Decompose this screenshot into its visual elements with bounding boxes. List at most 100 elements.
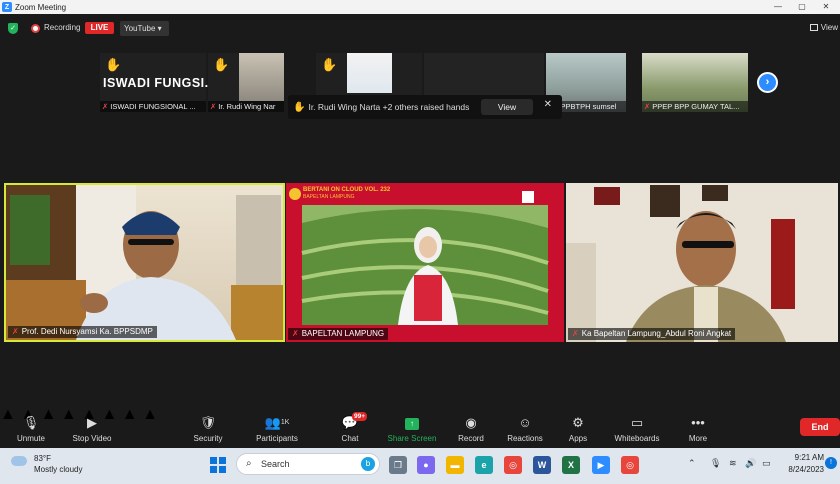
- participant-name: Ka Bapeltan Lampung_Abdul Roni Angkat: [581, 329, 732, 338]
- windows-taskbar: 83°F Mostly cloudy ⌕ Search b ❐ ● ▬ e ◎ …: [0, 448, 840, 484]
- share-screen-icon: ↑: [386, 412, 438, 434]
- mic-muted-icon: ✗: [644, 102, 651, 111]
- video-icon: ▶: [87, 415, 97, 430]
- show-hidden-icons-chevron-icon[interactable]: ⌃: [688, 458, 696, 469]
- reactions-label: Reactions: [507, 434, 543, 443]
- chrome-icon[interactable]: ◎: [504, 456, 522, 474]
- search-placeholder: Search: [261, 459, 290, 469]
- notification-icon[interactable]: !: [825, 457, 837, 469]
- mic-muted-icon: ✗: [102, 102, 109, 111]
- weather-temperature: 83°F: [34, 454, 51, 463]
- video-feed: [347, 53, 392, 93]
- raised-hand-icon: ✋: [293, 101, 306, 113]
- teams-chat-icon[interactable]: ●: [417, 456, 435, 474]
- record-button[interactable]: ◉ Record: [454, 406, 488, 448]
- next-page-chevron-icon[interactable]: ›: [757, 72, 778, 93]
- mic-muted-icon: ✗: [210, 102, 217, 111]
- reactions-button[interactable]: ☺ Reactions: [503, 406, 547, 448]
- raised-hand-icon: ✋: [321, 57, 338, 72]
- participants-button[interactable]: 👥1K Participants: [252, 406, 302, 448]
- battery-icon[interactable]: ▭: [762, 458, 771, 469]
- participants-icon: 👥1K: [264, 415, 290, 430]
- video-tile-abdul-roni-angkat[interactable]: ✗ Ka Bapeltan Lampung_Abdul Roni Angkat: [566, 183, 838, 342]
- meeting-top-bar: ✓ Recording LIVE YouTube ▾ View: [0, 14, 840, 44]
- video-feed: [239, 53, 284, 101]
- participants-label: Participants: [256, 434, 298, 443]
- edge-browser-icon[interactable]: e: [475, 456, 493, 474]
- share-screen-label: Share Screen: [387, 434, 437, 443]
- zoom-taskbar-icon[interactable]: ▶: [592, 456, 610, 474]
- live-badge: LIVE: [85, 22, 114, 34]
- banner-title: BERTANI ON CLOUD VOL. 232: [303, 187, 391, 193]
- weather-description: Mostly cloudy: [34, 465, 83, 474]
- youtube-stream-dropdown[interactable]: YouTube ▾: [120, 21, 169, 36]
- windows-start-icon[interactable]: [210, 457, 226, 473]
- encryption-shield-icon[interactable]: ✓: [8, 23, 18, 34]
- stop-video-label: Stop Video: [72, 434, 112, 443]
- participant-name: Prof. Dedi Nursyamsi Ka. BPPSDMP: [21, 327, 153, 336]
- thumbnail-name-bar: ✗ Ir. Rudi Wing Nar: [208, 101, 284, 112]
- whiteboards-options-chevron-icon[interactable]: ▲: [142, 406, 158, 423]
- mic-muted-icon: ✗: [292, 329, 299, 338]
- more-button[interactable]: ••• More: [684, 406, 712, 448]
- wifi-icon[interactable]: ≋: [729, 458, 737, 469]
- stop-video-button[interactable]: ▶ Stop Video: [70, 406, 114, 448]
- title-bar: Z Zoom Meeting — ▢ ✕: [0, 0, 840, 14]
- video-tile-dedi-nursyamsi[interactable]: ✗ Prof. Dedi Nursyamsi Ka. BPPSDMP: [4, 183, 285, 342]
- volume-icon[interactable]: 🔊: [745, 458, 756, 469]
- video-feed-speaker: [566, 183, 838, 342]
- thumbnail-rudi[interactable]: ✋ ✗ Ir. Rudi Wing Nar: [208, 53, 284, 112]
- more-icon: •••: [691, 415, 705, 430]
- task-view-icon[interactable]: ❐: [389, 456, 407, 474]
- apps-label: Apps: [568, 434, 588, 443]
- apps-button[interactable]: ⚙ Apps: [563, 406, 593, 448]
- unmute-label: Unmute: [16, 434, 45, 443]
- bing-icon: b: [361, 457, 375, 471]
- record-icon: ◉: [465, 415, 477, 430]
- mic-muted-icon: ✗: [12, 327, 19, 336]
- recording-label[interactable]: Recording: [44, 23, 80, 32]
- apps-icon: ⚙: [572, 415, 584, 430]
- cloudy-weather-icon: [11, 456, 27, 466]
- video-tile-bapeltan-lampung[interactable]: BERTANI ON CLOUD VOL. 232 BAPELTAN LAMPU…: [286, 183, 564, 342]
- participant-name-label: ✗ Ka Bapeltan Lampung_Abdul Roni Angkat: [568, 328, 736, 340]
- file-explorer-icon[interactable]: ▬: [446, 456, 464, 474]
- zoom-window: Z Zoom Meeting — ▢ ✕ ✓ Recording LIVE Yo…: [0, 0, 840, 484]
- participant-name-label: ✗ Prof. Dedi Nursyamsi Ka. BPPSDMP: [8, 326, 157, 338]
- whiteboards-button[interactable]: ▭ Whiteboards: [611, 406, 663, 448]
- thumbnail-name: ISWADI FUNGSIONAL ...: [110, 102, 196, 111]
- thumbnail-ppep-bpp-gumay[interactable]: ✗ PPEP BPP GUMAY TAL...: [642, 53, 748, 112]
- security-button[interactable]: 🛡 Security: [188, 406, 228, 448]
- minimize-button[interactable]: —: [768, 0, 788, 14]
- whiteboards-label: Whiteboards: [614, 434, 660, 443]
- excel-icon[interactable]: X: [562, 456, 580, 474]
- participant-name: BAPELTAN LAMPUNG: [301, 329, 385, 338]
- word-icon[interactable]: W: [533, 456, 551, 474]
- thumbnail-iswadi[interactable]: ✋ ISWADI FUNGSI... ✗ ISWADI FUNGSIONAL ..…: [100, 53, 216, 112]
- shield-icon: 🛡: [199, 415, 217, 430]
- video-feed-speaker: [6, 185, 283, 340]
- raised-hands-view-button[interactable]: View: [481, 99, 533, 115]
- unmute-button[interactable]: 🎙 Unmute: [12, 406, 50, 448]
- view-label: View: [820, 23, 838, 32]
- maximize-button[interactable]: ▢: [792, 0, 812, 14]
- thumbnail-name: Ir. Rudi Wing Nar: [218, 102, 276, 111]
- whiteboard-icon: ▭: [630, 415, 644, 430]
- close-icon[interactable]: ✕: [544, 99, 552, 110]
- chat-label: Chat: [341, 434, 359, 443]
- view-button[interactable]: View: [809, 23, 838, 32]
- apps-options-chevron-icon[interactable]: ▲: [122, 406, 138, 423]
- taskbar-search-box[interactable]: ⌕ Search b: [236, 453, 380, 475]
- end-meeting-button[interactable]: End: [800, 418, 840, 436]
- close-window-button[interactable]: ✕: [816, 0, 836, 14]
- share-screen-button[interactable]: ↑ Share Screen: [386, 406, 438, 448]
- more-label: More: [688, 434, 708, 443]
- microphone-tray-icon[interactable]: 🎙: [710, 458, 721, 469]
- participant-name-label: ✗ BAPELTAN LAMPUNG: [288, 328, 389, 340]
- system-clock[interactable]: 9:21 AM 8/24/2023: [782, 452, 824, 476]
- chrome-profile-icon[interactable]: ◎: [621, 456, 639, 474]
- search-icon: ⌕: [246, 458, 252, 469]
- thumbnail-name-bar: ✗ ISWADI FUNGSIONAL ...: [100, 101, 206, 112]
- zoom-logo-icon: Z: [2, 2, 12, 12]
- chat-unread-badge: 99+: [352, 412, 368, 421]
